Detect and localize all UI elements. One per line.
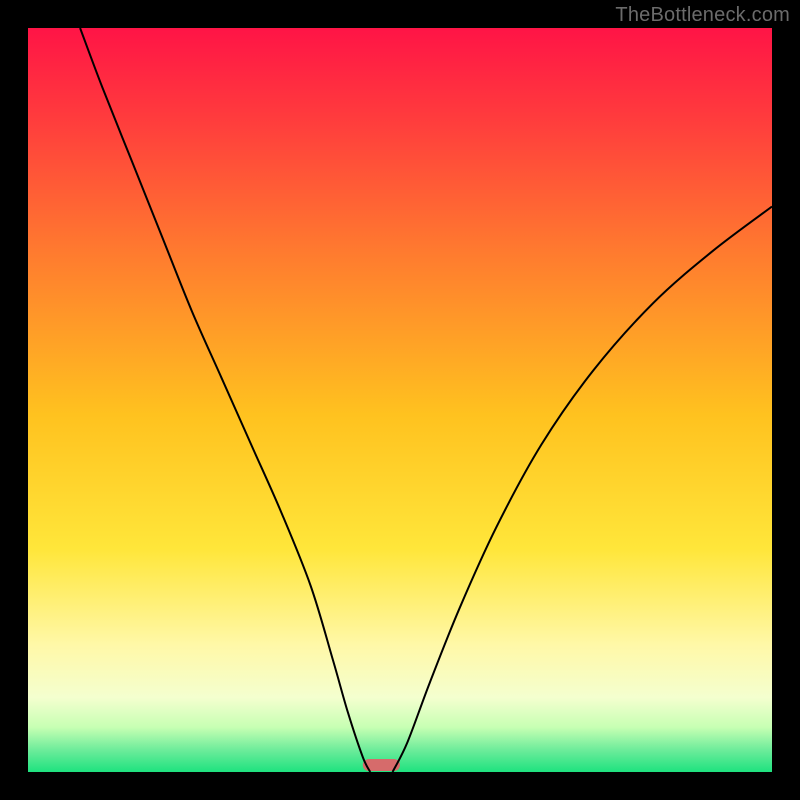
plot-area	[28, 28, 772, 772]
watermark-label: TheBottleneck.com	[615, 4, 790, 27]
chart-frame: TheBottleneck.com	[0, 0, 800, 800]
chart-svg	[28, 28, 772, 772]
chart-background	[28, 28, 772, 772]
